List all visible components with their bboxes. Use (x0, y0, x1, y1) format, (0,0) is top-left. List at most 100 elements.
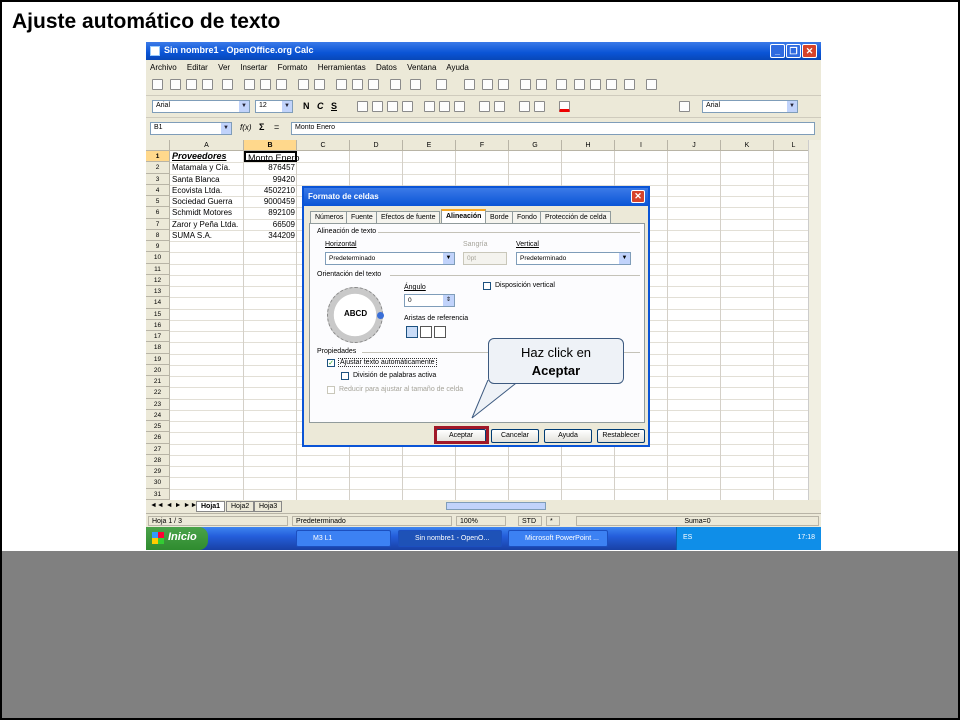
menu-ventana[interactable]: Ventana (407, 63, 436, 72)
row-header[interactable]: 13 (146, 286, 170, 298)
row-header[interactable]: 7 (146, 218, 170, 230)
email-icon[interactable] (202, 79, 213, 90)
table-cell-name[interactable]: Schmidt Motores (170, 207, 244, 218)
row-header[interactable]: 25 (146, 421, 170, 433)
row-header[interactable]: 23 (146, 398, 170, 410)
column-header[interactable]: E (403, 140, 456, 151)
zoom-icon[interactable] (624, 79, 635, 90)
merge-icon[interactable] (424, 101, 435, 112)
row-header[interactable]: 12 (146, 274, 170, 287)
horizontal-select[interactable]: Predeterminado ▼ (325, 252, 455, 265)
outdent-icon[interactable] (534, 101, 545, 112)
row-header[interactable]: 26 (146, 432, 170, 444)
column-header[interactable]: H (562, 140, 615, 151)
row-header[interactable]: 14 (146, 297, 170, 309)
column-header[interactable]: I (615, 140, 668, 151)
sort-asc-icon[interactable] (482, 79, 493, 90)
bold-button[interactable]: N (303, 101, 310, 111)
align-center-icon[interactable] (372, 101, 383, 112)
row-header[interactable]: 27 (146, 443, 170, 455)
row-header[interactable]: 6 (146, 207, 170, 219)
decrease-font-icon[interactable] (494, 101, 505, 112)
table-cell-value[interactable]: 344209 (244, 230, 297, 241)
row-header[interactable]: 28 (146, 454, 170, 467)
underline-button[interactable]: S (331, 101, 337, 111)
row-header[interactable]: 9 (146, 241, 170, 253)
table-cell-name[interactable]: Sociedad Guerra (170, 196, 244, 207)
header-cell-proveedores[interactable]: Proveedores (170, 151, 244, 162)
shrink-checkbox[interactable] (327, 386, 335, 394)
ref-edge-bottom-icon[interactable] (406, 326, 418, 338)
table-cell-name[interactable]: Zaror y Peña Ltda. (170, 219, 244, 230)
sheet-tab-hoja3[interactable]: Hoja3 (254, 501, 283, 512)
italic-button[interactable]: C (317, 101, 324, 111)
row-header[interactable]: 30 (146, 477, 170, 489)
chart-icon[interactable] (520, 79, 531, 90)
align-right-icon[interactable] (387, 101, 398, 112)
row-header[interactable]: 16 (146, 319, 170, 332)
vertical-scrollbar[interactable] (808, 140, 821, 500)
copy-icon[interactable] (352, 79, 363, 90)
formula-input[interactable]: Monto Enero (291, 122, 815, 135)
sheet-tab-hoja2[interactable]: Hoja2 (226, 501, 255, 512)
taskbar-item-folder[interactable]: M3 L1 (296, 530, 391, 547)
row-header[interactable]: 15 (146, 308, 170, 320)
ref-edge-top-icon[interactable] (420, 326, 432, 338)
menu-herramientas[interactable]: Herramientas (318, 63, 366, 72)
preview-icon[interactable] (276, 79, 287, 90)
pdf-icon[interactable] (244, 79, 255, 90)
save-icon[interactable] (186, 79, 197, 90)
table-cell-value[interactable]: 4502210 (244, 185, 297, 196)
table-cell-name[interactable]: Santa Blanca (170, 174, 244, 185)
column-header[interactable]: B (244, 140, 297, 151)
dial-knob-icon[interactable] (377, 312, 384, 319)
row-header[interactable]: 19 (146, 353, 170, 365)
start-button[interactable]: Inicio (146, 527, 208, 550)
hyphenation-checkbox[interactable] (341, 372, 349, 380)
row-header[interactable]: 11 (146, 263, 170, 275)
restore-icon[interactable]: ❐ (786, 44, 801, 58)
print-icon[interactable] (260, 79, 271, 90)
row-header[interactable]: 18 (146, 342, 170, 354)
table-cell-name[interactable]: SUMA S.A. (170, 230, 244, 241)
taskbar-item-calc[interactable]: Sin nombre1 - OpenO... (398, 530, 502, 547)
right-font-combo[interactable]: Arial ▼ (702, 100, 798, 113)
row-header[interactable]: 31 (146, 488, 170, 500)
column-header[interactable]: D (350, 140, 403, 151)
menu-formato[interactable]: Formato (278, 63, 308, 72)
column-header[interactable]: K (721, 140, 774, 151)
equals-icon[interactable]: = (274, 122, 279, 132)
justify-icon[interactable] (402, 101, 413, 112)
menu-archivo[interactable]: Archivo (150, 63, 177, 72)
help-button[interactable]: Ayuda (544, 429, 592, 443)
sheet-nav-arrows-icon[interactable]: ◄◄ ◄ ► ►► (150, 502, 197, 509)
datasource-icon[interactable] (606, 79, 617, 90)
row-header[interactable]: 8 (146, 229, 170, 242)
spellcheck-icon[interactable] (298, 79, 309, 90)
navigator-icon[interactable] (574, 79, 585, 90)
font-size-combo[interactable]: 12 ▼ (255, 100, 293, 113)
select-all-corner[interactable] (146, 140, 170, 151)
font-color-icon[interactable] (559, 101, 570, 112)
table-cell-value[interactable]: 9000459 (244, 196, 297, 207)
row-header[interactable]: 22 (146, 387, 170, 399)
sheet-tab-hoja1[interactable]: Hoja1 (196, 501, 226, 512)
undo-icon[interactable] (410, 79, 421, 90)
text-orientation-dial[interactable]: ABCD (327, 287, 384, 343)
indent-spinner[interactable]: 0pt (463, 252, 507, 265)
gallery-icon[interactable] (679, 101, 690, 112)
close-icon[interactable]: ✕ (802, 44, 817, 58)
help-icon[interactable] (646, 79, 657, 90)
menu-datos[interactable]: Datos (376, 63, 397, 72)
format-paint-icon[interactable] (390, 79, 401, 90)
open-icon[interactable] (170, 79, 181, 90)
column-header[interactable]: J (668, 140, 721, 151)
column-header[interactable]: G (509, 140, 562, 151)
row-header[interactable]: 20 (146, 364, 170, 377)
new-icon[interactable] (152, 79, 163, 90)
column-header[interactable]: F (456, 140, 509, 151)
table-cell-value[interactable]: 892109 (244, 207, 297, 218)
spinner-icon[interactable]: ⇕ (443, 295, 454, 306)
header-cell-monto-enero[interactable]: Monto Enero (244, 151, 300, 163)
draw-icon[interactable] (536, 79, 547, 90)
